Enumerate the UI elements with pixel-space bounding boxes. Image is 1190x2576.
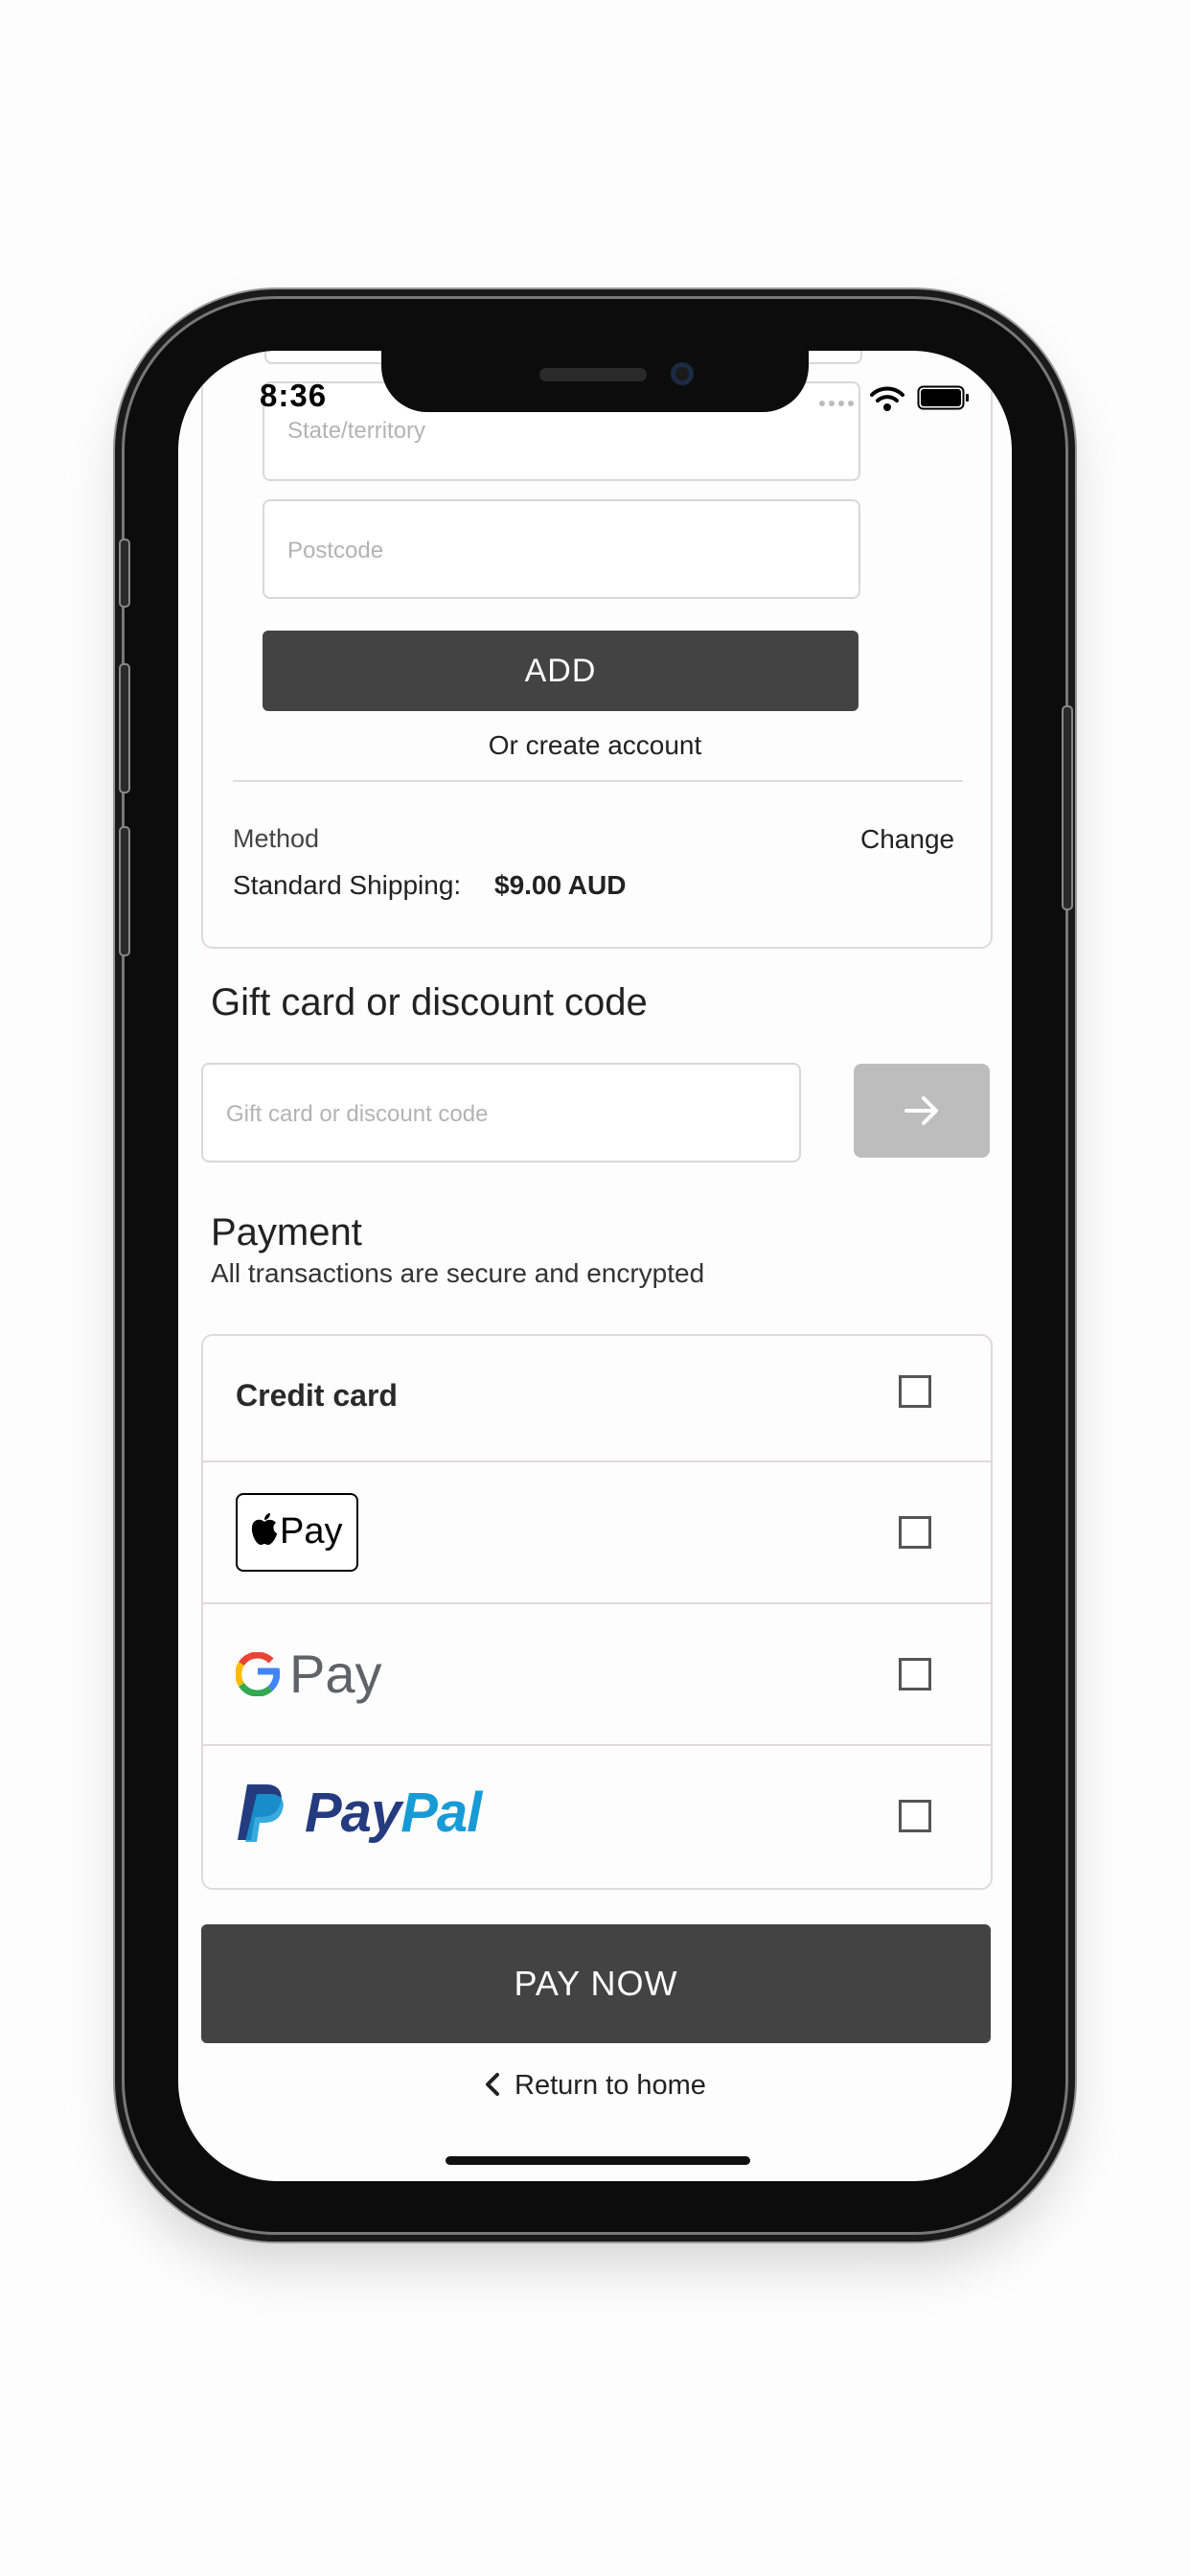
payment-options: Credit card Pay Pay PayPal [201,1334,993,1890]
chevron-left-icon [486,2073,500,2096]
payment-option-paypal[interactable]: PayPal [203,1746,991,1886]
return-home-label: Return to home [515,2070,706,2101]
google-g-icon [236,1652,280,1696]
apple-pay-label: Pay [280,1511,343,1552]
power-button [1062,705,1073,910]
discount-placeholder: Gift card or discount code [226,1101,489,1127]
arrow-right-icon [904,1096,938,1125]
wifi-icon [870,386,904,411]
payment-option-google-pay[interactable]: Pay [203,1604,991,1744]
google-pay-checkbox[interactable] [899,1658,931,1690]
credit-card-label: Credit card [236,1378,398,1413]
change-link[interactable]: Change [860,824,954,855]
mute-switch [119,539,130,608]
signal-icon [819,401,854,406]
screen: State/territory Postcode ADD Or create a… [178,351,1012,2181]
shipping-card [201,351,993,949]
status-time: 8:36 [260,378,328,413]
shipping-name: Standard Shipping: [233,870,462,900]
paypal-checkbox[interactable] [899,1800,931,1832]
payment-option-apple-pay[interactable]: Pay [203,1462,991,1602]
pay-now-button[interactable]: PAY NOW [201,1924,991,2043]
payment-subheading: All transactions are secure and encrypte… [211,1258,705,1288]
payment-heading: Payment [211,1211,362,1254]
speaker [539,368,647,381]
apple-icon [251,1513,277,1545]
payment-option-credit-card[interactable]: Credit card [203,1336,991,1460]
apple-pay-logo: Pay [236,1493,358,1572]
battery-icon [917,385,969,410]
discount-heading: Gift card or discount code [211,981,648,1024]
apple-pay-checkbox[interactable] [899,1516,931,1549]
home-indicator [446,2156,750,2165]
paypal-p-icon [238,1784,284,1842]
volume-down-button [119,826,130,956]
shipping-price: $9.00 AUD [494,870,627,900]
notch [381,351,809,412]
discount-submit-button[interactable] [854,1064,990,1158]
discount-input[interactable]: Gift card or discount code [201,1063,801,1162]
return-home-link[interactable]: Return to home [178,2070,1012,2102]
paypal-label: PayPal [305,1782,482,1844]
volume-up-button [119,663,130,794]
method-label: Method [233,824,320,853]
google-pay-label: Pay [289,1644,382,1704]
front-camera [671,362,694,385]
credit-card-checkbox[interactable] [899,1375,931,1408]
